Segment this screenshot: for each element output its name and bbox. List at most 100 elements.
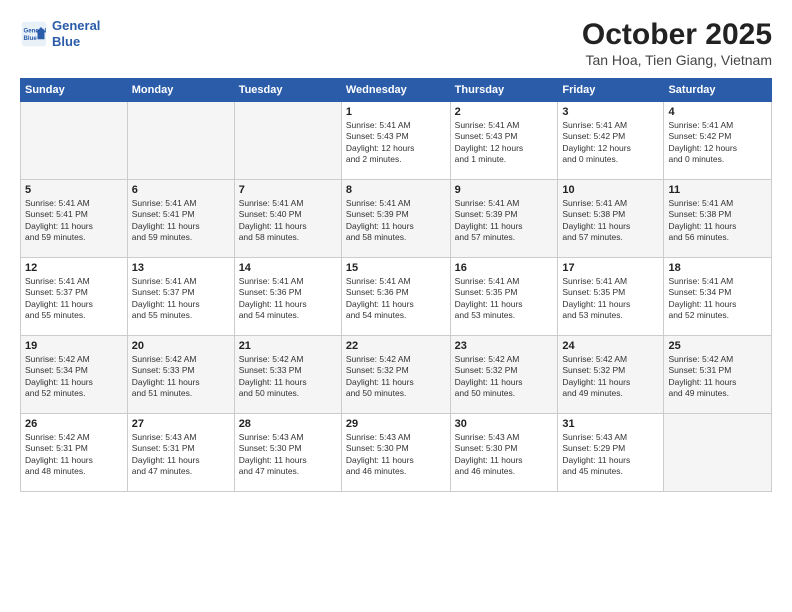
day-info: Sunrise: 5:42 AM Sunset: 5:32 PM Dayligh… xyxy=(562,354,659,400)
header: General Blue General Blue October 2025 T… xyxy=(20,18,772,68)
logo-text-general: General xyxy=(52,18,100,34)
day-number: 2 xyxy=(455,106,554,118)
table-row: 22Sunrise: 5:42 AM Sunset: 5:32 PM Dayli… xyxy=(341,336,450,414)
table-row: 14 Sunrise: 5:41 AM Sunset: 5:36 PM Dayli… xyxy=(234,258,341,336)
header-monday: Monday xyxy=(127,79,234,102)
day-info: Sunrise: 5:41 AM Sunset: 5:36 PM Dayligh… xyxy=(346,276,446,322)
day-number: 14 xyxy=(239,262,337,274)
day-number: 13 xyxy=(132,262,230,274)
day-number: 1 xyxy=(346,106,446,118)
day-info: Sunrise: 5:43 AM Sunset: 5:30 PM Dayligh… xyxy=(346,432,446,478)
calendar-header-row: Sunday Monday Tuesday Wednesday Thursday… xyxy=(21,79,772,102)
day-info: Sunrise: 5:43 AM Sunset: 5:31 PM Dayligh… xyxy=(132,432,230,478)
day-info: Sunrise: 5:42 AM Sunset: 5:34 PM Dayligh… xyxy=(25,354,123,400)
day-number: 28 xyxy=(239,418,337,430)
day-info: Sunrise: 5:43 AM Sunset: 5:30 PM Dayligh… xyxy=(239,432,337,478)
table-row: 28 Sunrise: 5:43 AM Sunset: 5:30 PM Dayli… xyxy=(234,414,341,492)
day-info: Sunrise: 5:41 AM Sunset: 5:37 PM Dayligh… xyxy=(25,276,123,322)
table-row: 21Sunrise: 5:42 AM Sunset: 5:33 PM Dayli… xyxy=(234,336,341,414)
calendar-week-row: 26 Sunrise: 5:42 AM Sunset: 5:31 PM Dayli… xyxy=(21,414,772,492)
day-info: Sunrise: 5:41 AM Sunset: 5:36 PM Dayligh… xyxy=(239,276,337,322)
header-wednesday: Wednesday xyxy=(341,79,450,102)
calendar-week-row: 5 Sunrise: 5:41 AM Sunset: 5:41 PM Daylig… xyxy=(21,180,772,258)
day-info: Sunrise: 5:42 AM Sunset: 5:32 PM Dayligh… xyxy=(455,354,554,400)
day-number: 30 xyxy=(455,418,554,430)
table-row xyxy=(21,102,128,180)
table-row: 3 Sunrise: 5:41 AM Sunset: 5:42 PM Daylig… xyxy=(558,102,664,180)
table-row: 13Sunrise: 5:41 AM Sunset: 5:37 PM Dayli… xyxy=(127,258,234,336)
header-saturday: Saturday xyxy=(664,79,772,102)
header-tuesday: Tuesday xyxy=(234,79,341,102)
day-number: 11 xyxy=(668,184,767,196)
table-row: 11 Sunrise: 5:41 AM Sunset: 5:38 PM Dayli… xyxy=(664,180,772,258)
day-number: 6 xyxy=(132,184,230,196)
table-row: 20Sunrise: 5:42 AM Sunset: 5:33 PM Dayli… xyxy=(127,336,234,414)
day-info: Sunrise: 5:41 AM Sunset: 5:42 PM Dayligh… xyxy=(562,120,659,166)
day-info: Sunrise: 5:42 AM Sunset: 5:31 PM Dayligh… xyxy=(668,354,767,400)
day-number: 23 xyxy=(455,340,554,352)
day-number: 26 xyxy=(25,418,123,430)
logo: General Blue General Blue xyxy=(20,18,100,49)
day-number: 16 xyxy=(455,262,554,274)
day-info: Sunrise: 5:41 AM Sunset: 5:38 PM Dayligh… xyxy=(562,198,659,244)
day-info: Sunrise: 5:42 AM Sunset: 5:31 PM Dayligh… xyxy=(25,432,123,478)
table-row xyxy=(234,102,341,180)
page: General Blue General Blue October 2025 T… xyxy=(0,0,792,612)
table-row xyxy=(664,414,772,492)
svg-text:Blue: Blue xyxy=(24,35,38,42)
logo-text-blue: Blue xyxy=(52,34,100,50)
table-row: 12 Sunrise: 5:41 AM Sunset: 5:37 PM Dayli… xyxy=(21,258,128,336)
location-subtitle: Tan Hoa, Tien Giang, Vietnam xyxy=(582,52,772,68)
day-number: 17 xyxy=(562,262,659,274)
table-row: 9 Sunrise: 5:41 AM Sunset: 5:39 PM Daylig… xyxy=(450,180,558,258)
day-number: 9 xyxy=(455,184,554,196)
day-info: Sunrise: 5:41 AM Sunset: 5:39 PM Dayligh… xyxy=(346,198,446,244)
table-row: 26 Sunrise: 5:42 AM Sunset: 5:31 PM Dayli… xyxy=(21,414,128,492)
calendar-table: Sunday Monday Tuesday Wednesday Thursday… xyxy=(20,78,772,492)
title-block: October 2025 Tan Hoa, Tien Giang, Vietna… xyxy=(582,18,772,68)
day-info: Sunrise: 5:41 AM Sunset: 5:35 PM Dayligh… xyxy=(455,276,554,322)
header-sunday: Sunday xyxy=(21,79,128,102)
table-row: 23 Sunrise: 5:42 AM Sunset: 5:32 PM Dayli… xyxy=(450,336,558,414)
day-info: Sunrise: 5:43 AM Sunset: 5:30 PM Dayligh… xyxy=(455,432,554,478)
table-row: 4 Sunrise: 5:41 AM Sunset: 5:42 PM Daylig… xyxy=(664,102,772,180)
table-row: 19 Sunrise: 5:42 AM Sunset: 5:34 PM Dayli… xyxy=(21,336,128,414)
day-info: Sunrise: 5:41 AM Sunset: 5:41 PM Dayligh… xyxy=(132,198,230,244)
day-info: Sunrise: 5:41 AM Sunset: 5:35 PM Dayligh… xyxy=(562,276,659,322)
day-info: Sunrise: 5:41 AM Sunset: 5:39 PM Dayligh… xyxy=(455,198,554,244)
day-number: 22 xyxy=(346,340,446,352)
logo-icon: General Blue xyxy=(20,20,48,48)
table-row: 29 Sunrise: 5:43 AM Sunset: 5:30 PM Dayli… xyxy=(341,414,450,492)
table-row: 31Sunrise: 5:43 AM Sunset: 5:29 PM Dayli… xyxy=(558,414,664,492)
calendar-week-row: 12 Sunrise: 5:41 AM Sunset: 5:37 PM Dayli… xyxy=(21,258,772,336)
day-number: 12 xyxy=(25,262,123,274)
day-number: 5 xyxy=(25,184,123,196)
table-row: 30 Sunrise: 5:43 AM Sunset: 5:30 PM Dayli… xyxy=(450,414,558,492)
table-row: 18Sunrise: 5:41 AM Sunset: 5:34 PM Dayli… xyxy=(664,258,772,336)
day-info: Sunrise: 5:41 AM Sunset: 5:41 PM Dayligh… xyxy=(25,198,123,244)
calendar-week-row: 19 Sunrise: 5:42 AM Sunset: 5:34 PM Dayli… xyxy=(21,336,772,414)
table-row: 5 Sunrise: 5:41 AM Sunset: 5:41 PM Daylig… xyxy=(21,180,128,258)
day-info: Sunrise: 5:41 AM Sunset: 5:43 PM Dayligh… xyxy=(455,120,554,166)
table-row: 16 Sunrise: 5:41 AM Sunset: 5:35 PM Dayli… xyxy=(450,258,558,336)
day-number: 15 xyxy=(346,262,446,274)
day-info: Sunrise: 5:41 AM Sunset: 5:42 PM Dayligh… xyxy=(668,120,767,166)
day-number: 29 xyxy=(346,418,446,430)
table-row: 25 Sunrise: 5:42 AM Sunset: 5:31 PM Dayli… xyxy=(664,336,772,414)
day-info: Sunrise: 5:42 AM Sunset: 5:33 PM Dayligh… xyxy=(132,354,230,400)
day-info: Sunrise: 5:41 AM Sunset: 5:40 PM Dayligh… xyxy=(239,198,337,244)
day-number: 21 xyxy=(239,340,337,352)
day-number: 24 xyxy=(562,340,659,352)
day-number: 18 xyxy=(668,262,767,274)
table-row: 7Sunrise: 5:41 AM Sunset: 5:40 PM Daylig… xyxy=(234,180,341,258)
day-number: 19 xyxy=(25,340,123,352)
table-row: 8Sunrise: 5:41 AM Sunset: 5:39 PM Daylig… xyxy=(341,180,450,258)
table-row: 17 Sunrise: 5:41 AM Sunset: 5:35 PM Dayli… xyxy=(558,258,664,336)
day-number: 4 xyxy=(668,106,767,118)
day-number: 25 xyxy=(668,340,767,352)
day-number: 3 xyxy=(562,106,659,118)
table-row xyxy=(127,102,234,180)
table-row: 10Sunrise: 5:41 AM Sunset: 5:38 PM Dayli… xyxy=(558,180,664,258)
table-row: 24 Sunrise: 5:42 AM Sunset: 5:32 PM Dayli… xyxy=(558,336,664,414)
day-info: Sunrise: 5:41 AM Sunset: 5:38 PM Dayligh… xyxy=(668,198,767,244)
